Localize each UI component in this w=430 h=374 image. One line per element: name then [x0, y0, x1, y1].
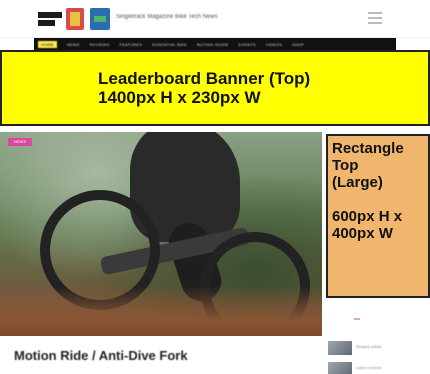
leaderboard-size: 1400px H x 230px W	[98, 88, 261, 107]
nav-item[interactable]: FEATURES	[119, 42, 142, 47]
rect-ad-line: Rectangle	[332, 140, 404, 157]
site-name[interactable]: Singletrack Magazine Bike Tech News	[116, 13, 236, 22]
nav-item[interactable]: VIDEOS	[266, 42, 282, 47]
brand-logo-blue[interactable]	[90, 8, 110, 30]
nav-item[interactable]: REVIEWS	[90, 42, 110, 47]
rect-ad-line: Top	[332, 157, 359, 174]
sidebar-item-text[interactable]: Related article	[356, 343, 416, 351]
sidebar-thumbnail[interactable]	[328, 341, 352, 355]
rect-ad-size: 400px W	[332, 225, 393, 242]
main-navigation: HOME NEWS REVIEWS FEATURES ESSENTIAL BIK…	[34, 38, 396, 50]
site-header: Singletrack Magazine Bike Tech News	[0, 0, 430, 38]
rect-ad-line: (Large)	[332, 174, 383, 191]
nav-item[interactable]: HOME	[38, 40, 57, 48]
nav-item[interactable]: SHOP	[292, 42, 304, 47]
sidebar-item-text[interactable]: Latest reviews	[356, 364, 416, 372]
magazine-logo[interactable]	[38, 8, 62, 30]
dirt-trail	[0, 286, 322, 336]
hero-image[interactable]: NEWS	[0, 132, 322, 336]
brand-logo-red[interactable]	[66, 8, 84, 30]
nav-item[interactable]: ESSENTIAL BIKE	[152, 42, 187, 47]
nav-item[interactable]: NEWS	[67, 42, 80, 47]
rectangle-top-ad[interactable]: Rectangle Top (Large) 600px H x 400px W	[326, 134, 430, 298]
leaderboard-banner-ad[interactable]: Leaderboard Banner (Top) 1400px H x 230p…	[0, 50, 430, 126]
category-badge[interactable]: NEWS	[8, 138, 32, 146]
leaderboard-label: Leaderboard Banner (Top)	[98, 69, 311, 88]
article-title[interactable]: Motion Ride / Anti-Dive Fork	[14, 346, 314, 366]
nav-item[interactable]: EVENTS	[239, 42, 256, 47]
divider-mark	[354, 318, 360, 320]
hamburger-menu-icon[interactable]	[368, 12, 382, 24]
rect-ad-size: 600px H x	[332, 208, 403, 225]
nav-item[interactable]: BUYING GUIDE	[197, 42, 229, 47]
sidebar-thumbnail[interactable]	[328, 362, 352, 374]
